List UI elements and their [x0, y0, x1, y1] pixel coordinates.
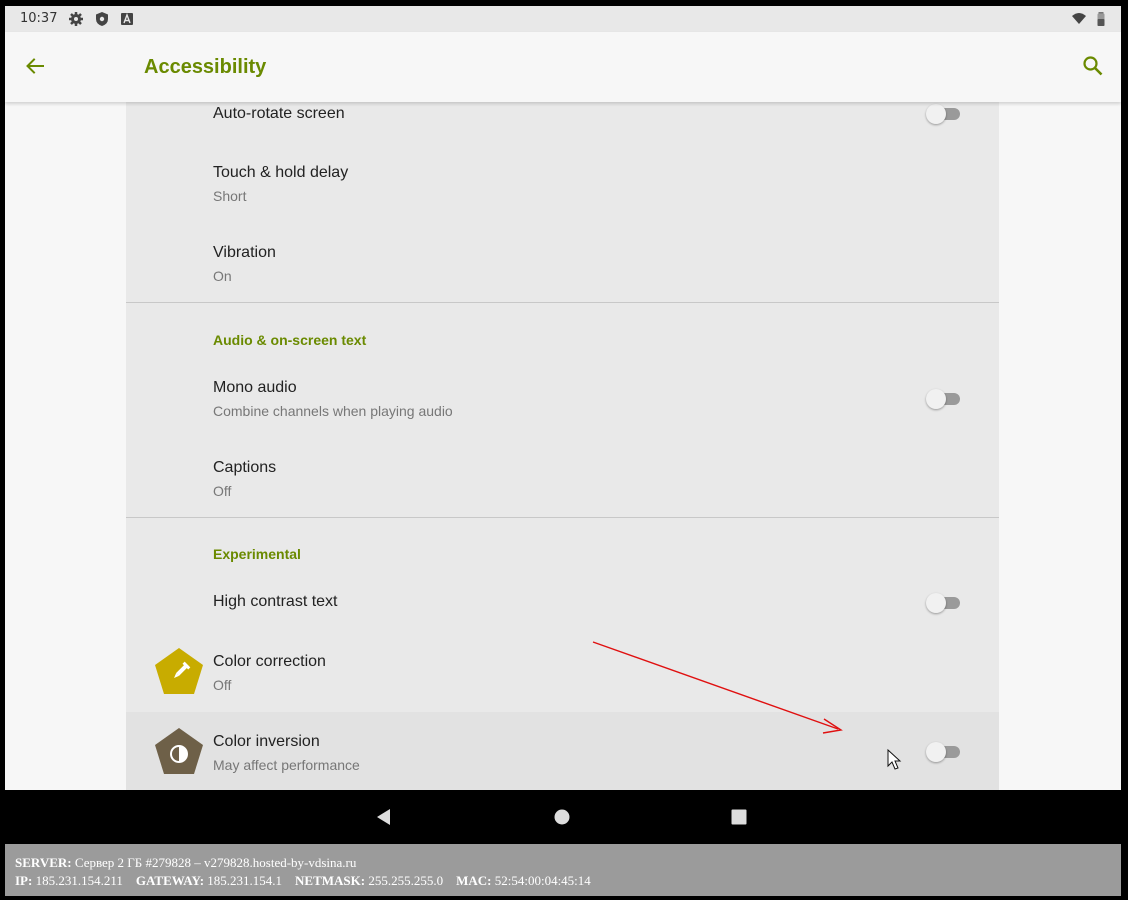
- setting-summary: Off: [213, 677, 232, 693]
- netmask-label: NETMASK:: [295, 873, 366, 888]
- notification-a-icon: [121, 13, 133, 25]
- setting-vibration[interactable]: Vibration On: [126, 220, 999, 300]
- setting-high-contrast-text[interactable]: High contrast text: [126, 572, 999, 632]
- toggle-thumb: [926, 593, 946, 613]
- network-line: IP: 185.231.154.211 GATEWAY: 185.231.154…: [15, 873, 591, 889]
- settings-content: Auto-rotate screen Touch & hold delay Sh…: [5, 102, 1121, 790]
- setting-title: High contrast text: [213, 593, 338, 610]
- section-divider: [126, 517, 999, 518]
- ip-value: 185.231.154.211: [35, 873, 123, 888]
- server-line: SERVER: Сервер 2 ГБ #279828 – v279828.ho…: [15, 855, 356, 871]
- app-bar: Accessibility: [5, 32, 1121, 102]
- setting-color-inversion[interactable]: Color inversion May affect performance: [126, 712, 999, 790]
- toggle-thumb: [926, 389, 946, 409]
- setting-title: Color correction: [213, 653, 326, 670]
- auto-rotate-toggle[interactable]: [926, 103, 960, 124]
- nav-back-icon[interactable]: [374, 807, 394, 827]
- mac-label: MAC:: [456, 873, 492, 888]
- nav-home-icon[interactable]: [552, 807, 572, 827]
- setting-title: Captions: [213, 459, 277, 476]
- section-header-audio: Audio & on-screen text: [213, 332, 367, 348]
- setting-summary: May affect performance: [213, 757, 360, 773]
- toggle-thumb: [926, 742, 946, 762]
- settings-list: Auto-rotate screen Touch & hold delay Sh…: [126, 102, 999, 790]
- device-frame: 10:37 Accessibility Auto-rotate screen T…: [0, 0, 1128, 900]
- contrast-icon: [155, 728, 203, 774]
- nav-recents-icon[interactable]: [729, 807, 749, 827]
- navigation-bar: [5, 790, 1121, 844]
- server-value: Сервер 2 ГБ #279828 – v279828.hosted-by-…: [74, 855, 357, 870]
- setting-touch-hold-delay[interactable]: Touch & hold delay Short: [126, 140, 999, 220]
- shield-icon: [96, 12, 108, 26]
- mac-value: 52:54:00:04:45:14: [494, 873, 591, 888]
- status-bar: 10:37: [5, 6, 1121, 32]
- setting-auto-rotate[interactable]: Auto-rotate screen: [126, 102, 999, 140]
- setting-summary: On: [213, 268, 232, 284]
- setting-mono-audio[interactable]: Mono audio Combine channels when playing…: [126, 358, 999, 438]
- page-title: Accessibility: [144, 56, 267, 78]
- setting-title: Auto-rotate screen: [213, 105, 345, 122]
- setting-summary: Short: [213, 188, 247, 204]
- section-divider: [126, 302, 999, 303]
- gateway-value: 185.231.154.1: [207, 873, 283, 888]
- section-header-experimental: Experimental: [213, 546, 301, 562]
- mono-audio-toggle[interactable]: [926, 388, 960, 409]
- toggle-thumb: [926, 104, 946, 124]
- ip-label: IP:: [15, 873, 33, 888]
- setting-title: Vibration: [213, 244, 276, 261]
- status-time: 10:37: [20, 11, 58, 26]
- setting-summary: Combine channels when playing audio: [213, 403, 453, 419]
- high-contrast-toggle[interactable]: [926, 592, 960, 613]
- setting-summary: Off: [213, 483, 232, 499]
- setting-color-correction[interactable]: Color correction Off: [126, 632, 999, 712]
- server-info-bar: SERVER: Сервер 2 ГБ #279828 – v279828.ho…: [5, 844, 1121, 896]
- server-label: SERVER:: [15, 855, 72, 870]
- setting-captions[interactable]: Captions Off: [126, 438, 999, 518]
- setting-title: Touch & hold delay: [213, 164, 349, 181]
- setting-title: Color inversion: [213, 733, 320, 750]
- netmask-value: 255.255.255.0: [368, 873, 444, 888]
- wifi-icon: [1072, 13, 1086, 24]
- eyedropper-icon: [155, 648, 203, 694]
- setting-title: Mono audio: [213, 379, 297, 396]
- gateway-label: GATEWAY:: [135, 873, 205, 888]
- arrow-left-icon[interactable]: [23, 54, 47, 78]
- color-inversion-toggle[interactable]: [926, 741, 960, 762]
- search-icon[interactable]: [1081, 54, 1105, 78]
- battery-icon: [1097, 12, 1105, 26]
- settings-icon: [69, 12, 83, 26]
